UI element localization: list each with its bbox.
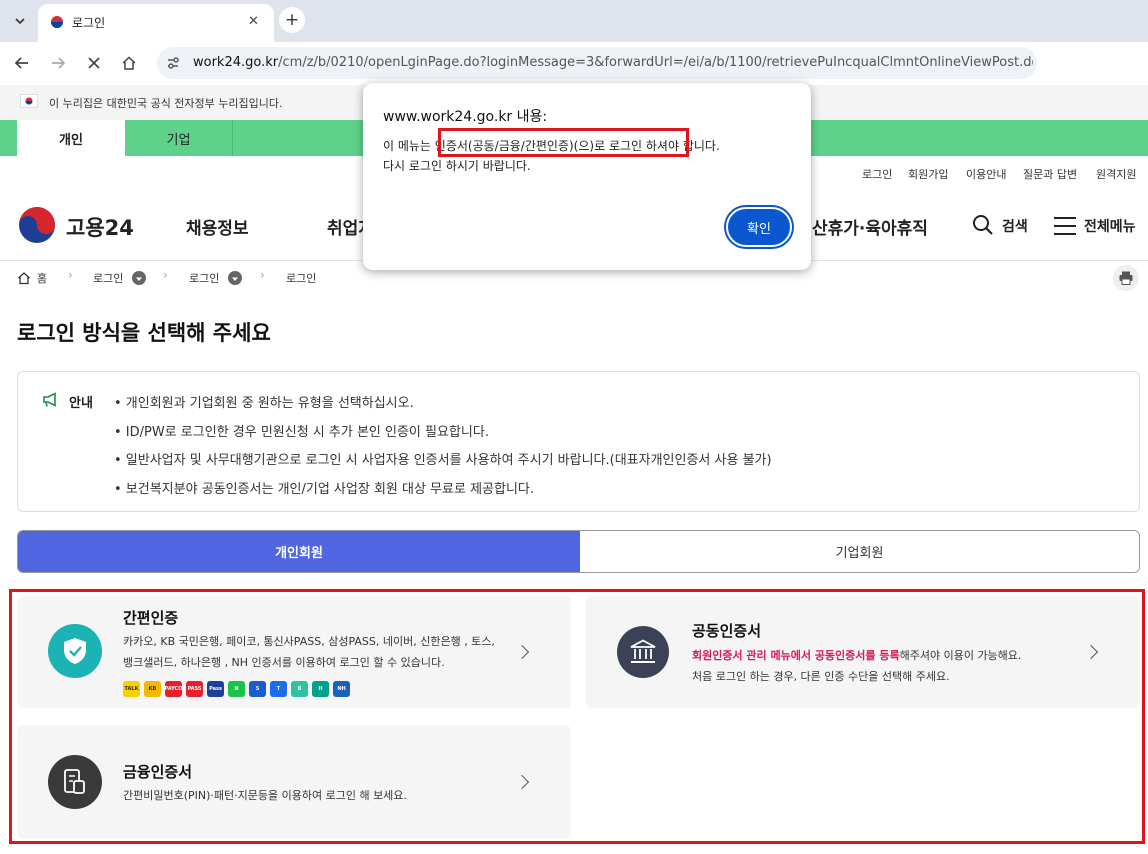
dialog-ok-button[interactable]: 확인 [726,207,792,247]
breadcrumb-home[interactable]: 홈 [37,270,47,286]
home-breadcrumb-icon[interactable] [17,270,31,285]
guide-line: • ID/PW로 로그인한 경우 민원신청 시 추가 본인 인증이 필요합니다. [114,425,489,440]
guide-label: 안내 [69,396,93,411]
breadcrumb-separator-icon: › [68,268,73,282]
browser-tab[interactable]: 로그인 ✕ [38,4,274,42]
dialog-title: www.work24.go.kr 내용: [383,109,548,125]
address-bar[interactable]: work24.go.kr/cm/z/b/0210/openLginPage.do… [157,47,1037,79]
gov-banner-text: 이 누리집은 대한민국 공식 전자정부 누리집입니다. [49,97,283,110]
tab-business-member[interactable]: 기업회원 [580,531,1139,572]
guide-line: • 개인회원과 기업회원 중 원하는 유형을 선택하십시오. [114,396,414,411]
hamburger-menu-icon[interactable] [1053,216,1077,236]
breadcrumb-separator-icon: › [260,268,265,282]
breadcrumb-dropdown-icon[interactable] [132,271,146,285]
guide-box: 안내 • 개인회원과 기업회원 중 원하는 유형을 선택하십시오. • ID/P… [17,371,1140,512]
goyong24-logo-icon[interactable] [17,205,57,245]
tab-personal-member[interactable]: 개인회원 [18,531,580,572]
util-guide-link[interactable]: 이용안내 [966,166,1006,182]
guide-line: • 일반사업자 및 사무대행기관으로 로그인 시 사업자용 인증서를 사용하여 … [114,453,772,468]
url-path: /cm/z/b/0210/openLginPage.do?loginMessag… [278,55,1033,70]
url-text: work24.go.kr/cm/z/b/0210/openLginPage.do… [193,55,1033,70]
guide-line: • 보건복지분야 공동인증서는 개인/기업 사업장 회원 대상 무료로 제공합니… [114,482,534,497]
breadcrumb-item-2[interactable]: 로그인 [189,270,219,286]
printer-icon [1119,271,1133,285]
highlight-box [9,589,1145,844]
tab-title: 로그인 [72,16,106,30]
url-domain: work24.go.kr [193,55,279,70]
new-tab-button[interactable]: + [279,7,305,33]
breadcrumb-item-3: 로그인 [286,272,317,285]
page-title: 로그인 방식을 선택해 주세요 [17,321,271,345]
korea-flag-icon [20,94,38,108]
search-icon[interactable] [972,214,994,236]
logo-text[interactable]: 고용24 [66,212,134,242]
browser-toolbar: work24.go.kr/cm/z/b/0210/openLginPage.do… [0,42,1148,85]
search-label[interactable]: 검색 [1002,216,1028,236]
top-tab-business[interactable]: 기업 [125,120,233,156]
site-settings-icon[interactable] [164,53,184,73]
member-type-tabs: 개인회원 기업회원 [17,530,1140,573]
stop-loading-icon[interactable] [83,52,105,74]
nav-job-info[interactable]: 채용정보 [186,214,249,239]
breadcrumb-item-1[interactable]: 로그인 [93,270,123,286]
alert-dialog: www.work24.go.kr 내용: 이 메뉴는 인증서(공동/금융/간편인… [363,83,811,270]
all-menu-label[interactable]: 전체메뉴 [1084,216,1136,236]
forward-arrow-icon[interactable] [47,52,69,74]
dialog-message-prefix: 이 메뉴는 [383,139,435,153]
megaphone-icon [42,392,60,408]
tab-close-icon[interactable]: ✕ [248,14,259,29]
dialog-message-line2: 다시 로그인 하시기 바랍니다. [383,159,531,173]
home-icon[interactable] [118,52,140,74]
nav-leave[interactable]: 산휴가·육아휴직 [812,214,928,239]
taegeuk-favicon-icon [50,14,64,28]
util-remote-link[interactable]: 원격지원 [1096,166,1136,182]
breadcrumb-dropdown-icon[interactable] [228,271,242,285]
back-arrow-icon[interactable] [11,52,33,74]
util-login-link[interactable]: 로그인 [862,166,892,182]
message-highlight-box [438,128,689,157]
util-qna-link[interactable]: 질문과 답변 [1023,166,1077,182]
browser-tab-bar: 로그인 ✕ + [0,0,1148,42]
tab-list-chevron-icon[interactable] [9,10,31,32]
top-tab-personal[interactable]: 개인 [17,120,125,156]
breadcrumb-separator-icon: › [163,268,168,282]
print-button[interactable] [1113,265,1139,291]
util-signup-link[interactable]: 회원가입 [908,166,948,182]
